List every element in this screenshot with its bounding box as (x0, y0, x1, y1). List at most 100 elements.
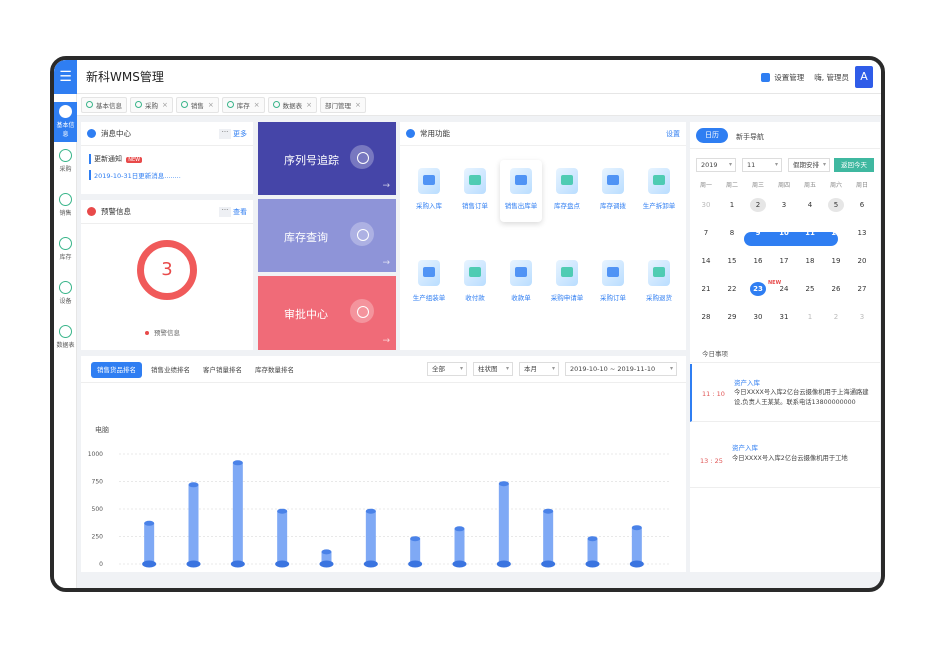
calendar-day[interactable]: 7 (698, 226, 714, 240)
calendar-day[interactable]: 14 (698, 254, 714, 268)
more-icon[interactable]: ··· (219, 129, 231, 139)
calendar-day[interactable]: 22 (724, 282, 740, 296)
calendar-day[interactable]: 9 (750, 226, 766, 240)
tab-guide[interactable]: 新手导航 (736, 132, 764, 142)
sidebar-item-data[interactable]: 数据表 (54, 322, 77, 362)
tile-approval-center[interactable]: 审批中心 → (258, 276, 396, 350)
scope-select[interactable]: 全部 (427, 362, 467, 376)
sidebar-item-basic-info[interactable]: 基本信息 (54, 102, 77, 142)
calendar-day[interactable]: 6 (854, 198, 870, 212)
calendar-day[interactable]: 18 (802, 254, 818, 268)
function-item[interactable]: 采购订单 (592, 260, 634, 302)
calendar-day[interactable]: 25 (802, 282, 818, 296)
calendar-day[interactable]: 30 (750, 310, 766, 324)
close-icon[interactable]: × (254, 101, 260, 109)
user-greeting[interactable]: 嗨, 管理员 (814, 72, 849, 83)
tile-serial-tracking[interactable]: 序列号追踪 → (258, 122, 396, 195)
tab-basic-info[interactable]: 基本信息 (81, 96, 127, 113)
calendar-day[interactable]: 30 (698, 198, 714, 212)
message-line[interactable]: 2019-10-31日更新消息........ (89, 170, 181, 180)
event-item[interactable]: 13 : 25 资产入库 今日XXXX号入库2亿台云摄像机用于工地 (690, 426, 880, 488)
close-icon[interactable]: × (208, 101, 214, 109)
chart-bar[interactable] (543, 511, 554, 564)
function-item[interactable]: 采购退货 (638, 260, 680, 302)
chart-bar[interactable] (277, 511, 288, 564)
tab-inventory[interactable]: 库存 × (221, 96, 265, 113)
chart-bar[interactable] (365, 511, 376, 564)
chart-bar[interactable] (410, 538, 421, 564)
chart-bar[interactable] (498, 483, 509, 564)
tab-purchase[interactable]: 采购 × (130, 96, 173, 113)
calendar-day[interactable]: 3 (854, 310, 870, 324)
calendar-day[interactable]: 1 (724, 198, 740, 212)
calendar-day[interactable]: 17 (776, 254, 792, 268)
sidebar-item-purchase[interactable]: 采购 (54, 146, 77, 186)
function-item[interactable]: 销售出库单 (500, 160, 542, 222)
function-item[interactable]: 销售订单 (454, 168, 496, 210)
tab-sales-perf-rank[interactable]: 销售业绩排名 (145, 362, 196, 378)
calendar-day[interactable]: 5 (828, 198, 844, 212)
function-item[interactable]: 库存盘点 (546, 168, 588, 210)
tab-sales-goods-rank[interactable]: 销售货品排名 (91, 362, 142, 378)
date-range-input[interactable]: 2019-10-10 ~ 2019-11-10 (565, 362, 677, 376)
calendar-day[interactable]: 11 (802, 226, 818, 240)
chart-bar[interactable] (587, 538, 598, 564)
tab-department[interactable]: 部门管理 × (320, 96, 366, 113)
avatar[interactable]: A (855, 66, 873, 88)
sidebar-item-equipment[interactable]: 设备 (54, 278, 77, 318)
calendar-day[interactable]: 28 (698, 310, 714, 324)
tab-customer-rank[interactable]: 客户销量排名 (197, 362, 248, 378)
chart-bar[interactable] (454, 528, 465, 564)
tab-data[interactable]: 数据表 × (267, 96, 317, 113)
calendar-day[interactable]: 8 (724, 226, 740, 240)
calendar-day[interactable]: 15 (724, 254, 740, 268)
sidebar-item-inventory[interactable]: 库存 (54, 234, 77, 274)
calendar-day[interactable]: 16 (750, 254, 766, 268)
calendar-day[interactable]: 3 (776, 198, 792, 212)
event-item[interactable]: 11 : 10 资产入库 今日XXXX号入库2亿台云摄像机用于上海通路建设,负责… (690, 364, 880, 422)
more-icon[interactable]: ··· (219, 207, 231, 217)
chart-bar[interactable] (144, 523, 155, 564)
chart-bar[interactable] (188, 484, 199, 564)
today-button[interactable]: 返回今天 (834, 158, 874, 172)
calendar-day[interactable]: 31 (776, 310, 792, 324)
tab-calendar[interactable]: 日历 (696, 128, 728, 143)
calendar-day[interactable]: 29 (724, 310, 740, 324)
calendar-day[interactable]: 23 (750, 282, 766, 296)
calendar-day[interactable]: 2 (828, 310, 844, 324)
period-select[interactable]: 本月 (519, 362, 559, 376)
calendar-day[interactable]: 21 (698, 282, 714, 296)
calendar-day[interactable]: 27 (854, 282, 870, 296)
function-item[interactable]: 采购申请单 (546, 260, 588, 302)
menu-icon[interactable]: ☰ (54, 60, 77, 94)
calendar-day[interactable]: 2 (750, 198, 766, 212)
function-item[interactable]: 收款单 (500, 260, 542, 302)
chart-type-select[interactable]: 柱状图 (473, 362, 513, 376)
calendar-day[interactable]: 19 (828, 254, 844, 268)
function-item[interactable]: 库存调拨 (592, 168, 634, 210)
calendar-day[interactable]: 12 (828, 226, 844, 240)
close-icon[interactable]: × (162, 101, 168, 109)
tab-sales[interactable]: 销售 × (175, 96, 219, 113)
close-icon[interactable]: × (355, 101, 361, 109)
functions-settings[interactable]: 设置 (666, 122, 680, 146)
calendar-day[interactable]: 26 (828, 282, 844, 296)
view-link[interactable]: 查看 (233, 200, 247, 224)
calendar-day[interactable]: 20 (854, 254, 870, 268)
close-icon[interactable]: × (306, 101, 312, 109)
function-item[interactable]: 生产拆卸单 (638, 168, 680, 210)
sidebar-item-sales[interactable]: 销售 (54, 190, 77, 230)
calendar-day[interactable]: 1 (802, 310, 818, 324)
holiday-select[interactable]: 假期安排 (788, 158, 830, 172)
calendar-day[interactable]: 4 (802, 198, 818, 212)
chart-bar[interactable] (631, 527, 642, 564)
more-link[interactable]: 更多 (233, 122, 247, 146)
calendar-day[interactable]: 10 (776, 226, 792, 240)
chart-bar[interactable] (232, 462, 243, 564)
settings-icon[interactable] (761, 72, 771, 82)
calendar-day[interactable]: 13 (854, 226, 870, 240)
settings-link[interactable]: 设置管理 (774, 72, 804, 83)
function-item[interactable]: 生产组装单 (408, 260, 450, 302)
month-select[interactable]: 11 (742, 158, 782, 172)
function-item[interactable]: 采购入库 (408, 168, 450, 210)
